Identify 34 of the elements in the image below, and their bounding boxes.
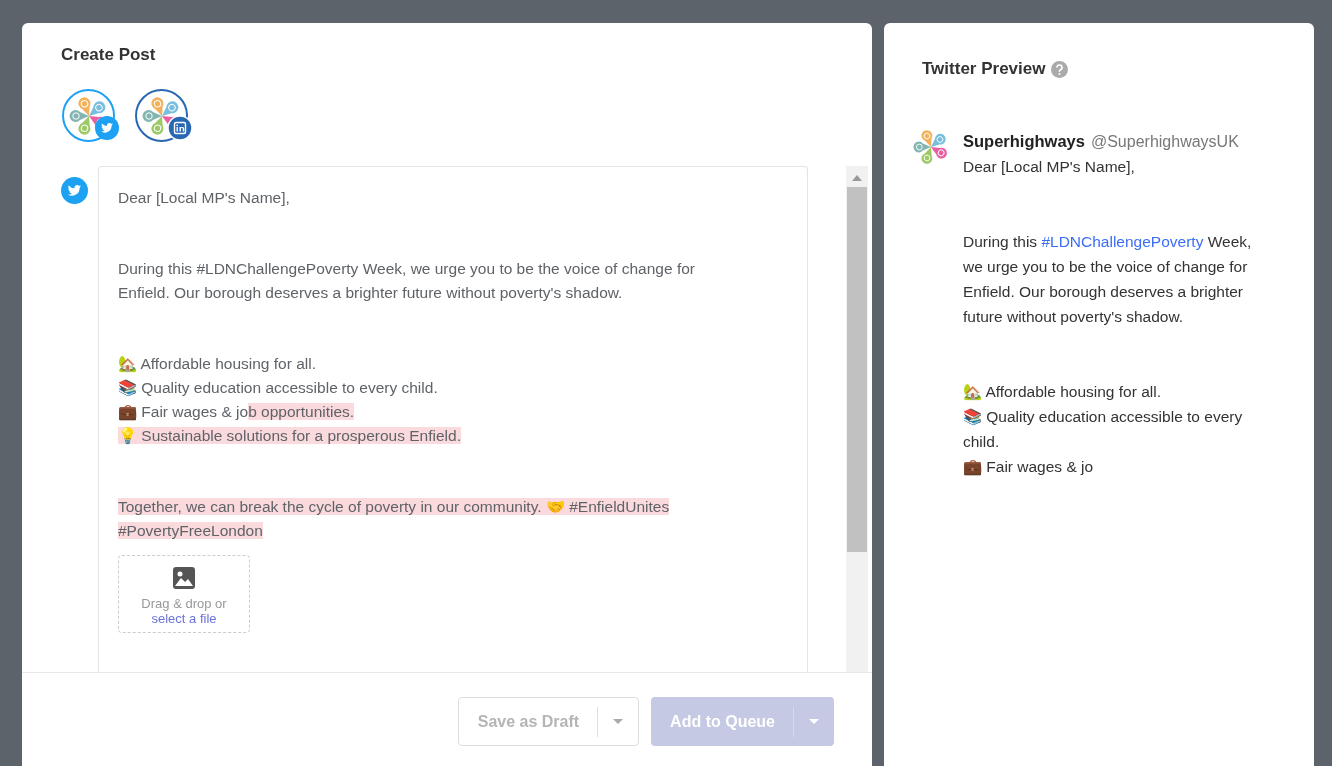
- text-line: Dear [Local MP's Name],: [963, 157, 1136, 177]
- caret-icon: [809, 719, 819, 724]
- image-icon: [172, 566, 196, 590]
- select-file-link[interactable]: select a file: [151, 611, 217, 626]
- twitter-icon: [61, 177, 88, 204]
- twitter-badge-icon: [95, 116, 119, 140]
- upload-hint: Drag & drop or: [141, 596, 227, 611]
- scroll-up-icon: [852, 175, 862, 181]
- caret-icon: [613, 719, 624, 724]
- text-line: child.: [963, 432, 1001, 452]
- preview-title: Twitter Preview: [922, 59, 1046, 79]
- text-line: 🏡 Affordable housing for all.: [118, 354, 317, 374]
- scrollbar[interactable]: [846, 166, 868, 672]
- account-name: Superhighways: [963, 131, 1085, 152]
- post-editor[interactable]: [98, 166, 808, 672]
- text-line: 📚 Quality education accessible to every child.: [118, 378, 439, 398]
- linkedin-badge-icon: [168, 116, 192, 140]
- text-line: Enfield. Our borough deserves a brighter future without poverty's shadow.: [118, 283, 624, 303]
- upload-dropzone[interactable]: Drag & drop or select a file: [118, 555, 250, 633]
- text-line: Enfield. Our borough deserves a brighter: [963, 282, 1245, 302]
- account-handle: @SuperhighwaysUK: [1090, 132, 1239, 152]
- help-icon[interactable]: [1051, 60, 1069, 78]
- scrollbar-thumb[interactable]: [847, 187, 867, 552]
- text-line: 💼 Fair wages & job opportunities.: [118, 402, 356, 423]
- text-line: 💼 Fair wages & jo: [963, 457, 1095, 478]
- text-line: During this #LDNChallengePoverty Week, we urge you to be the voice of change for: [118, 259, 696, 279]
- card-title: Create Post: [61, 45, 157, 65]
- profile-logo-drawing: [913, 129, 949, 165]
- text-line: During this #LDNChallengePoverty Week,: [963, 232, 1252, 252]
- text-line: future without poverty's shadow.: [963, 307, 1185, 327]
- text-line: 🏡 Affordable housing for all.: [963, 382, 1162, 402]
- text-line: we urge you to be the voice of change for: [963, 257, 1249, 277]
- text-line: 📚 Quality education accessible to every: [963, 407, 1244, 427]
- text-line: Dear [Local MP's Name],: [118, 188, 291, 208]
